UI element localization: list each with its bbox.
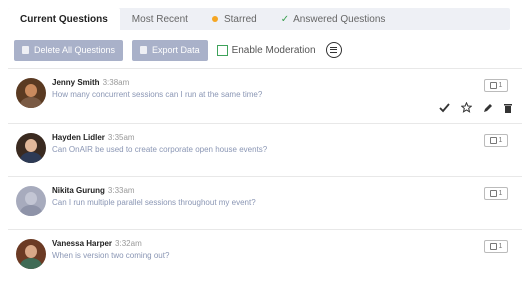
like-count: 1 — [498, 82, 503, 89]
question-tabs: Current Questions Most Recent Starred ✓ A… — [8, 8, 510, 30]
tab-starred[interactable]: Starred — [200, 8, 269, 30]
question-text: Can OnAIR be used to create corporate op… — [52, 145, 268, 154]
check-icon: ✓ — [280, 13, 290, 25]
star-dot-icon — [211, 16, 218, 22]
thumbs-up-icon — [489, 190, 497, 197]
question-time: 3:38am — [102, 78, 130, 87]
thumbs-up-icon — [489, 243, 497, 250]
thumbs-up-icon — [489, 137, 497, 144]
avatar — [16, 239, 46, 269]
delete-all-questions-button[interactable]: Delete All Questions — [14, 39, 124, 61]
star-icon[interactable] — [461, 102, 472, 113]
author-name: Nikita Gurung — [52, 186, 105, 195]
export-icon — [140, 46, 148, 54]
trash-icon[interactable] — [504, 103, 512, 113]
upvote-button[interactable]: 1 — [484, 79, 508, 92]
list-menu-icon[interactable] — [325, 42, 342, 58]
author-line: Jenny Smith 3:38am — [52, 78, 129, 87]
author-name: Jenny Smith — [52, 78, 100, 87]
question-text: When is version two coming out? — [52, 251, 170, 260]
upvote-button[interactable]: 1 — [484, 134, 508, 147]
author-line: Nikita Gurung 3:33am — [52, 186, 135, 195]
upvote-button[interactable]: 1 — [484, 187, 508, 200]
tab-most-recent[interactable]: Most Recent — [120, 8, 200, 30]
export-data-button[interactable]: Export Data — [132, 39, 208, 61]
question-time: 3:32am — [115, 239, 142, 248]
author-name: Vanessa Harper — [52, 239, 113, 248]
question-text: How many concurrent sessions can I run a… — [52, 90, 263, 99]
like-count: 1 — [498, 243, 503, 250]
question-time: 3:33am — [107, 186, 135, 195]
tab-current-questions[interactable]: Current Questions — [8, 8, 120, 30]
avatar — [16, 186, 46, 216]
pencil-icon[interactable] — [483, 103, 493, 113]
toolbar: Delete All Questions Export Data Enable … — [14, 39, 342, 61]
avatar — [16, 78, 46, 108]
question-row: Hayden Lidler 3:35am Can OnAIR be used to … — [8, 123, 522, 176]
moderation-label: Enable Moderation — [231, 44, 316, 56]
author-line: Vanessa Harper 3:32am — [52, 239, 142, 248]
question-actions — [439, 102, 512, 113]
questions-list: Jenny Smith 3:38am How many concurrent ses… — [8, 68, 522, 282]
author-name: Hayden Lidler — [52, 133, 105, 142]
tab-answered-questions[interactable]: ✓ Answered Questions — [269, 8, 398, 30]
question-text: Can I run multiple parallel sessions thr… — [52, 198, 256, 207]
trash-icon — [22, 46, 29, 54]
avatar — [16, 133, 46, 163]
enable-moderation-toggle[interactable]: Enable Moderation — [216, 44, 316, 56]
question-row: Nikita Gurung 3:33am Can I run multiple pa… — [8, 176, 522, 229]
author-line: Hayden Lidler 3:35am — [52, 133, 135, 142]
like-count: 1 — [498, 137, 503, 144]
question-time: 3:35am — [107, 133, 135, 142]
question-row: Jenny Smith 3:38am How many concurrent ses… — [8, 68, 522, 123]
moderation-checkbox[interactable] — [216, 44, 228, 56]
thumbs-up-icon — [489, 82, 497, 89]
upvote-button[interactable]: 1 — [484, 240, 508, 253]
like-count: 1 — [498, 190, 503, 197]
question-row: Vanessa Harper 3:32am When is version two … — [8, 229, 522, 282]
checkmark-icon[interactable] — [439, 102, 450, 113]
